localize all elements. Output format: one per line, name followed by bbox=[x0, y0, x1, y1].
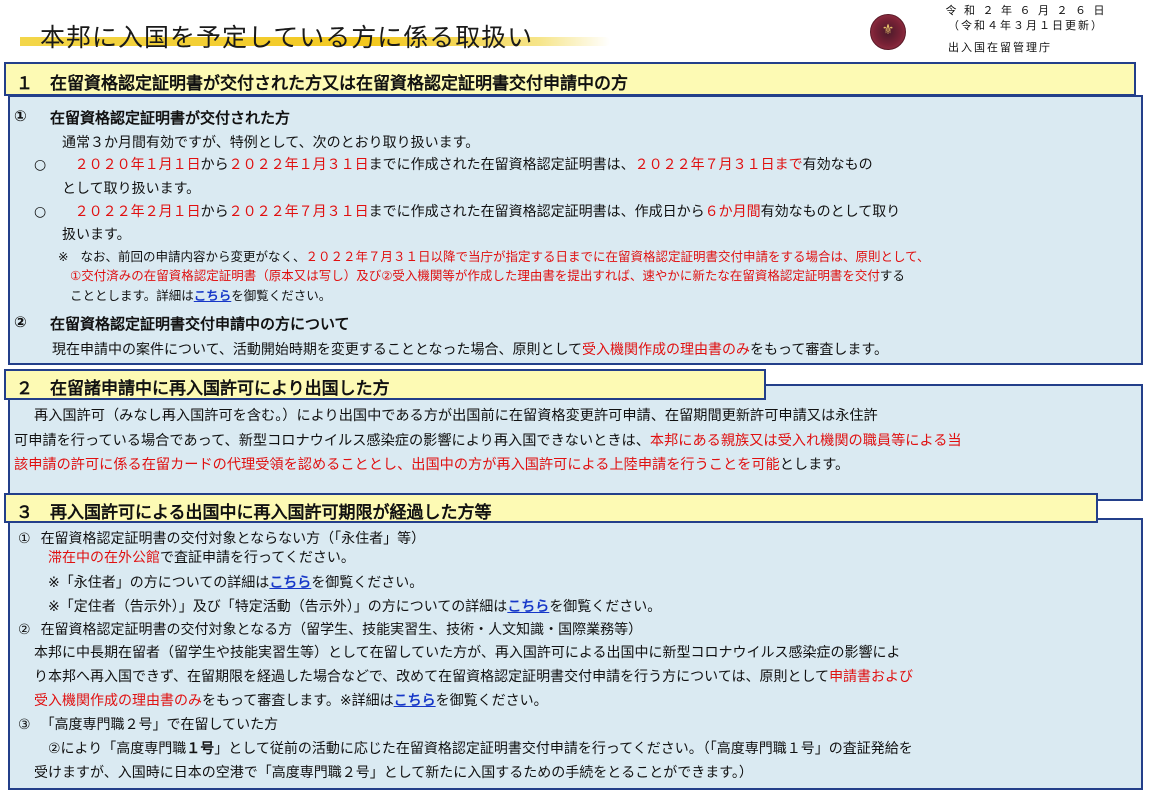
section1-item1-title: 在留資格認定証明書が交付された方 bbox=[50, 109, 291, 127]
section3-item1-title: ① 在留資格認定証明書の交付対象とならない方（「永住者」等） bbox=[18, 531, 426, 547]
bullet-2: ○ ２０２２年２月１日から２０２２年７月３１日までに作成された在留資格認定証明書… bbox=[34, 204, 901, 220]
bullet-1: ○ ２０２０年１月１日から２０２２年１月３１日までに作成された在留資格認定証明書… bbox=[34, 157, 873, 173]
date-line-2: （令和４年３月１日更新） bbox=[948, 19, 1104, 32]
section2-heading: ２ 在留諸申請中に再入国許可により出国した方 bbox=[16, 379, 390, 399]
section3-item1-note1: ※「永住者」の方についての詳細はこちらを御覧ください。 bbox=[48, 575, 424, 591]
section3-item2-title: ② 在留資格認定証明書の交付対象となる方（留学生、技能実習生、技術・人文知識・国際… bbox=[18, 622, 643, 638]
section1-heading: １ 在留資格認定証明書が交付された方又は在留資格認定証明書交付申請中の方 bbox=[16, 74, 628, 94]
note-line-3: こととします。詳細はこちらを御覧ください。 bbox=[70, 288, 332, 303]
immigration-emblem-icon: ⚜ bbox=[870, 14, 906, 50]
section1-item2-text: 現在申請中の案件について、活動開始時期を変更することとなった場合、原則として受入… bbox=[52, 342, 888, 358]
section3-heading: ３ 再入国許可による出国中に再入国許可期限が経過した方等 bbox=[16, 503, 492, 523]
long-term-resident-link[interactable]: こちら bbox=[507, 599, 549, 615]
item-marker: ② bbox=[14, 313, 27, 331]
section3-item1-note2: ※「定住者（告示外）」及び「特定活動（告示外）」の方についての詳細はこちらを御覧… bbox=[48, 599, 662, 615]
details-link[interactable]: こちら bbox=[194, 288, 232, 303]
section3-item2-line1: 本邦に中長期在留者（留学生や技能実習生等）として在留していた方が、再入国許可によ… bbox=[34, 645, 901, 661]
date-line-1: 令 和 ２ 年 ６ 月 ２ ６ 日 bbox=[945, 4, 1107, 17]
section1-item1-intro: 通常３か月間有効ですが、特例として、次のとおり取り扱います。 bbox=[62, 135, 480, 151]
section3-item2-line2: り本邦へ再入国できず、在留期限を経過した場合などで、改めて在留資格認定証明書交付… bbox=[34, 669, 914, 685]
date-block: 令 和 ２ 年 ６ 月 ２ ６ 日 （令和４年３月１日更新） bbox=[906, 3, 1146, 33]
agency-name: 出入国在留管理庁 bbox=[948, 41, 1052, 54]
permanent-resident-link[interactable]: こちら bbox=[269, 575, 311, 591]
section1-item2-title: 在留資格認定証明書交付申請中の方について bbox=[50, 315, 350, 333]
section3-item3-line2: 受けますが、入国時に日本の空港で「高度専門職２号」として新たに入国するための手続… bbox=[34, 765, 753, 781]
page-title: 本邦に入国を予定している方に係る取扱い bbox=[40, 23, 534, 52]
section2-line-1: 再入国許可（みなし再入国許可を含む。）により出国中である方が出国前に在留資格変更… bbox=[34, 408, 878, 424]
item-marker: ① bbox=[14, 107, 27, 125]
bullet-2-line2: 扱います。 bbox=[62, 227, 131, 243]
section3-item1-text: 滞在中の在外公館で査証申請を行ってください。 bbox=[48, 550, 355, 566]
section2-line-3: 該申請の許可に係る在留カードの代理受領を認めることとし、出国中の方が再入国許可に… bbox=[14, 457, 850, 473]
section3-item3-line1: ②により「高度専門職１号」として従前の活動に応じた在留資格認定証明書交付申請を行… bbox=[48, 741, 913, 757]
section3-item3-title: ③ 「高度専門職２号」で在留していた方 bbox=[18, 717, 279, 733]
section3-item2-line3: 受入機関作成の理由書のみをもって審査します。※詳細はこちらを御覧ください。 bbox=[34, 693, 548, 709]
bullet-1-line2: として取り扱います。 bbox=[62, 181, 201, 197]
note-line-2: ①交付済みの在留資格認定証明書（原本又は写し）及び②受入機関等が作成した理由書を… bbox=[70, 268, 905, 283]
reason-document-link[interactable]: こちら bbox=[394, 693, 436, 709]
section2-line-2: 可申請を行っている場合であって、新型コロナウイルス感染症の影響により再入国できな… bbox=[14, 433, 962, 449]
note-line-1: ※ なお、前回の申請内容から変更がなく、２０２２年７月３１日以降で当庁が指定する… bbox=[58, 249, 930, 264]
